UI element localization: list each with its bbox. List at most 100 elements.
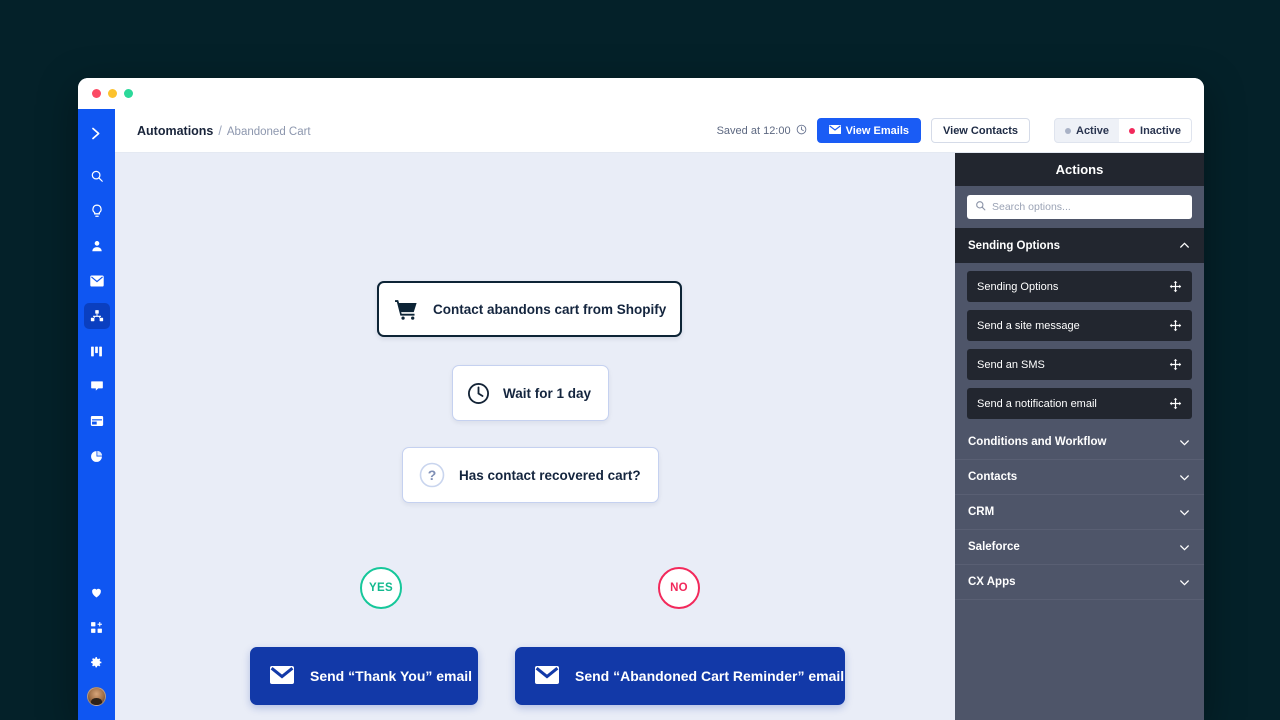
actions-group-crm[interactable]: CRM xyxy=(955,495,1204,530)
actions-group-conditions-and-workflow[interactable]: Conditions and Workflow xyxy=(955,425,1204,460)
sidebar-item-reports[interactable] xyxy=(84,443,110,469)
inactive-status-dot xyxy=(1129,128,1135,134)
sidebar-item-deals[interactable] xyxy=(84,338,110,364)
chevron-down-icon xyxy=(1178,436,1191,449)
action-item-sending-options-label: Sending Options xyxy=(977,281,1058,293)
action-item-send-an-sms-label: Send an SMS xyxy=(977,359,1045,371)
sidebar-item-ideas[interactable] xyxy=(84,198,110,224)
breadcrumb-current: Abandoned Cart xyxy=(227,126,311,138)
toolbar-actions: Saved at 12:00 View Emails View Contacts xyxy=(717,118,1192,143)
actions-panel-title: Actions xyxy=(955,153,1204,186)
node-send-thank-you-email[interactable]: Send “Thank You” email xyxy=(250,647,478,705)
actions-search-wrapper xyxy=(955,186,1204,228)
actions-group-conditions-and-workflow-label: Conditions and Workflow xyxy=(968,436,1106,448)
automation-canvas[interactable]: Contact abandons cart from Shopify Wait … xyxy=(115,153,955,720)
move-icon[interactable] xyxy=(1169,280,1182,293)
maximize-window-button[interactable] xyxy=(124,89,133,98)
breadcrumb: Automations / Abandoned Cart xyxy=(137,124,311,138)
node-condition[interactable]: ? Has contact recovered cart? xyxy=(402,447,659,503)
clock-icon xyxy=(796,124,807,138)
chevrons-right-icon[interactable] xyxy=(84,120,110,146)
branch-no-label: NO xyxy=(670,582,688,594)
app-window: Automations / Abandoned Cart Saved at 12… xyxy=(78,78,1204,720)
sidebar-bottom-group xyxy=(84,570,110,720)
branch-badge-yes: YES xyxy=(360,567,402,609)
node-send-thank-you-email-label: Send “Thank You” email xyxy=(310,668,472,684)
move-icon[interactable] xyxy=(1169,358,1182,371)
avatar[interactable] xyxy=(87,687,106,706)
branch-yes-label: YES xyxy=(369,582,393,594)
action-item-send-a-notification-email-label: Send a notification email xyxy=(977,398,1097,410)
actions-search-box[interactable] xyxy=(967,195,1192,219)
sidebar-item-settings[interactable] xyxy=(84,649,110,675)
action-item-send-an-sms[interactable]: Send an SMS xyxy=(967,349,1192,380)
action-item-send-a-site-message[interactable]: Send a site message xyxy=(967,310,1192,341)
chevron-down-icon xyxy=(1178,506,1191,519)
question-circle-icon: ? xyxy=(419,462,445,488)
node-wait-label: Wait for 1 day xyxy=(503,386,591,401)
actions-group-contacts-label: Contacts xyxy=(968,471,1017,483)
actions-group-crm-label: CRM xyxy=(968,506,994,518)
saved-status-label: Saved at 12:00 xyxy=(717,125,791,137)
window-titlebar xyxy=(78,78,1204,109)
envelope-icon xyxy=(829,125,841,137)
minimize-window-button[interactable] xyxy=(108,89,117,98)
node-send-abandoned-cart-reminder-email-label: Send “Abandoned Cart Reminder” email xyxy=(575,668,844,684)
top-toolbar: Automations / Abandoned Cart Saved at 12… xyxy=(115,109,1204,153)
sidebar-item-favorites[interactable] xyxy=(84,579,110,605)
actions-panel: Actions Sending Options xyxy=(955,153,1204,720)
node-trigger[interactable]: Contact abandons cart from Shopify xyxy=(377,281,682,337)
sidebar-item-contacts[interactable] xyxy=(84,233,110,259)
flow-connectors xyxy=(115,153,415,303)
status-option-active[interactable]: Active xyxy=(1055,119,1119,142)
breadcrumb-automations[interactable]: Automations xyxy=(137,124,213,138)
breadcrumb-separator: / xyxy=(218,124,221,138)
sidebar-item-apps[interactable] xyxy=(84,614,110,640)
branch-badge-no: NO xyxy=(658,567,700,609)
view-emails-button[interactable]: View Emails xyxy=(817,118,921,143)
sidebar-item-automations[interactable] xyxy=(84,303,110,329)
search-input[interactable] xyxy=(992,201,1184,213)
view-contacts-button[interactable]: View Contacts xyxy=(931,118,1030,143)
view-emails-label: View Emails xyxy=(846,125,909,137)
actions-group-saleforce[interactable]: Saleforce xyxy=(955,530,1204,565)
move-icon[interactable] xyxy=(1169,397,1182,410)
actions-group-contacts[interactable]: Contacts xyxy=(955,460,1204,495)
actions-group-sending-options-label: Sending Options xyxy=(968,240,1060,252)
envelope-icon xyxy=(270,666,294,687)
status-toggle: Active Inactive xyxy=(1054,118,1192,143)
sidebar-item-pages[interactable] xyxy=(84,408,110,434)
actions-group-sending-options-items: Sending Options Send a site message xyxy=(955,263,1204,425)
left-sidebar xyxy=(78,109,115,720)
chevron-down-icon xyxy=(1178,576,1191,589)
close-window-button[interactable] xyxy=(92,89,101,98)
actions-group-sending-options[interactable]: Sending Options xyxy=(955,228,1204,263)
chevron-down-icon xyxy=(1178,471,1191,484)
actions-group-cx-apps-label: CX Apps xyxy=(968,576,1016,588)
envelope-icon xyxy=(535,666,559,687)
main-area: Automations / Abandoned Cart Saved at 12… xyxy=(115,109,1204,720)
search-icon xyxy=(975,198,986,216)
active-status-dot xyxy=(1065,128,1071,134)
chevron-down-icon xyxy=(1178,541,1191,554)
status-active-label: Active xyxy=(1076,125,1109,137)
action-item-send-a-site-message-label: Send a site message xyxy=(977,320,1080,332)
chevron-up-icon xyxy=(1178,239,1191,252)
actions-group-cx-apps[interactable]: CX Apps xyxy=(955,565,1204,600)
view-contacts-label: View Contacts xyxy=(943,125,1018,137)
node-condition-label: Has contact recovered cart? xyxy=(459,468,641,483)
node-wait[interactable]: Wait for 1 day xyxy=(452,365,609,421)
shopping-cart-icon xyxy=(395,299,418,320)
action-item-sending-options[interactable]: Sending Options xyxy=(967,271,1192,302)
node-send-abandoned-cart-reminder-email[interactable]: Send “Abandoned Cart Reminder” email xyxy=(515,647,845,705)
clock-icon xyxy=(467,382,490,405)
actions-group-saleforce-label: Saleforce xyxy=(968,541,1020,553)
status-option-inactive[interactable]: Inactive xyxy=(1119,119,1191,142)
sidebar-item-conversations[interactable] xyxy=(84,373,110,399)
svg-text:?: ? xyxy=(428,467,437,483)
move-icon[interactable] xyxy=(1169,319,1182,332)
sidebar-item-campaigns[interactable] xyxy=(84,268,110,294)
sidebar-item-search[interactable] xyxy=(84,163,110,189)
action-item-send-a-notification-email[interactable]: Send a notification email xyxy=(967,388,1192,419)
status-inactive-label: Inactive xyxy=(1140,125,1181,137)
